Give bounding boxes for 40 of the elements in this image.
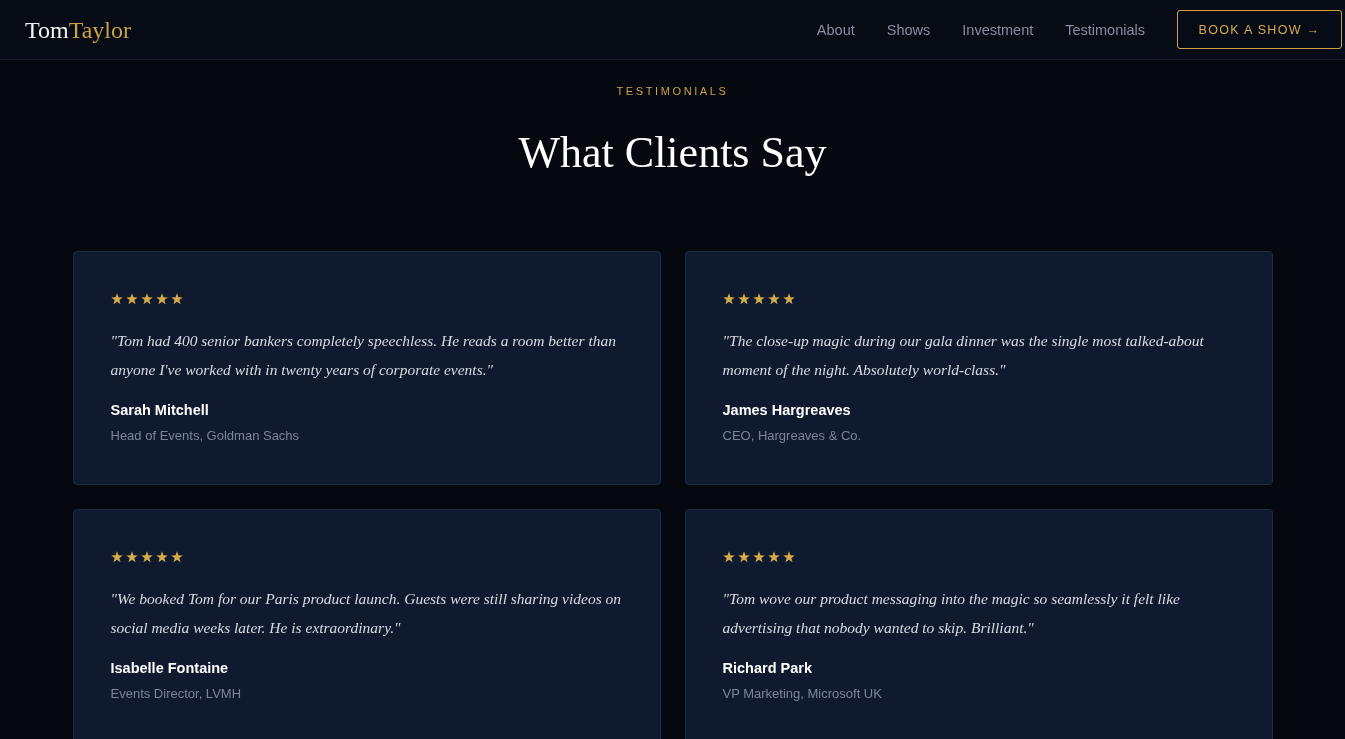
section-eyebrow: TESTIMONIALS [616,84,729,98]
star-icon [110,551,123,563]
star-icon [125,551,138,563]
star-icon [782,551,795,563]
star-icon [170,551,183,563]
client-role: Head of Events, Goldman Sachs [110,428,300,444]
star-icon [782,293,795,305]
star-icon [155,551,168,563]
nav-link[interactable]: Investment [962,21,1034,38]
star-icon [767,551,780,563]
client-name: Richard Park [722,659,812,677]
book-show-button[interactable]: BOOK A SHOW → [1177,10,1342,49]
client-role: VP Marketing, Microsoft UK [722,686,882,702]
client-role: CEO, Hargreaves & Co. [722,428,862,444]
star-icon [737,551,750,563]
star-icon [752,551,765,563]
client-role: Events Director, LVMH [110,686,242,702]
nav-link[interactable]: About [816,21,855,38]
testimonial-quote: "We booked Tom for our Paris product launch. Guests were still sharing videos on social media weeks later. He is extraordinary." [110,589,623,638]
testimonial-quote: "Tom wove our product messaging into the magic so seamlessly it felt like advertising that nobody wanted to skip. Brilliant." [722,589,1181,638]
star-icon [170,293,183,305]
star-icon [125,293,138,305]
star-icon [722,293,735,305]
star-icon [140,551,153,563]
star-icon [737,293,750,305]
section-title: What Clients Say [518,127,827,179]
logo[interactable]: TomTaylor [25,18,131,42]
nav-link[interactable]: Testimonials [1065,21,1145,38]
star-icon [752,293,765,305]
testimonial-quote: "Tom had 400 senior bankers completely speechless. He reads a room better than anyone I've worked with in twenty years of corporate events." [110,331,617,380]
client-name: Sarah Mitchell [110,401,209,419]
client-name: Isabelle Fontaine [110,659,229,677]
star-icon [140,293,153,305]
star-icon [110,293,123,305]
testimonial-quote: "The close-up magic during our gala dinner was the single most talked-about moment of the night. Absolutely world-class." [722,331,1205,380]
client-name: James Hargreaves [722,401,851,419]
nav-link[interactable]: Shows [886,21,931,38]
star-icon [155,293,168,305]
star-icon [767,293,780,305]
star-icon [722,551,735,563]
